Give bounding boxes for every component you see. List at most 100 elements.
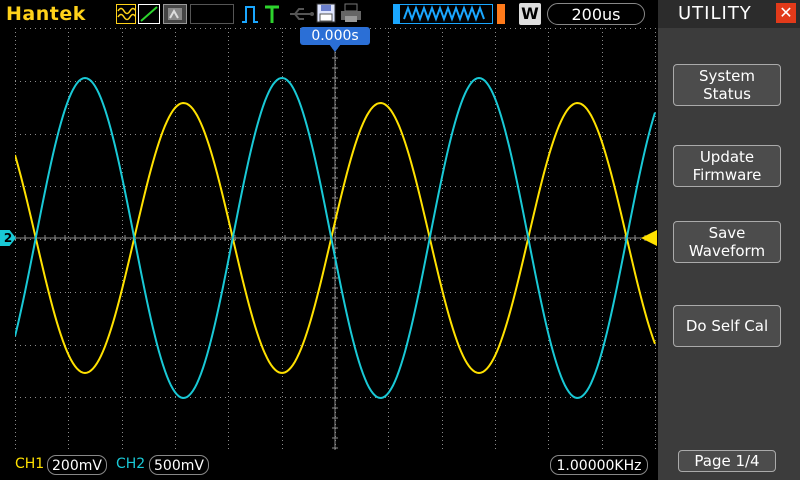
grid-dot [68, 156, 69, 157]
trigger-edge-icon[interactable] [241, 4, 259, 29]
grid-dot [602, 412, 603, 413]
self-cal-button[interactable]: Do Self Cal [673, 305, 781, 347]
grid-dot [495, 186, 496, 187]
grid-dot [410, 134, 411, 135]
trigger-position-readout[interactable]: 0.000s [300, 27, 370, 45]
grid-dot [620, 81, 621, 82]
grid-dot [160, 81, 161, 82]
ch2-scale[interactable]: 500mV [149, 455, 209, 475]
grid-dot [175, 160, 176, 161]
grid-dot [125, 81, 126, 82]
grid-dot [548, 424, 549, 425]
ch1-scale[interactable]: 200mV [47, 455, 107, 475]
w-button[interactable]: W [519, 3, 541, 25]
grid-dot [548, 120, 549, 121]
grid-dot [655, 356, 656, 357]
grid-dot [548, 260, 549, 261]
grid-dot [442, 148, 443, 149]
trigger-level-marker[interactable] [641, 230, 657, 246]
grid-dot [228, 244, 229, 245]
grid-dot [490, 134, 491, 135]
grid-dot [122, 100, 123, 101]
grid-dot [548, 308, 549, 309]
waveform-display[interactable] [15, 28, 656, 450]
grid-dot [122, 60, 123, 61]
grid-dot [122, 436, 123, 437]
grid-dot [165, 345, 166, 346]
grid-dot [125, 292, 126, 293]
grid-dot [388, 212, 389, 213]
grid-dot [388, 44, 389, 45]
grid-dot [388, 132, 389, 133]
grid-dot [480, 134, 481, 135]
grid-dot [195, 397, 196, 398]
grid-dot [230, 186, 231, 187]
grid-dot [325, 186, 326, 187]
grid-dot [195, 81, 196, 82]
grid-dot [388, 40, 389, 41]
button-line1: System [699, 67, 755, 85]
grid-dot [228, 308, 229, 309]
wave-mode-icon[interactable] [116, 4, 137, 24]
save-waveform-button[interactable]: Save Waveform [673, 221, 781, 263]
grid-dot [15, 348, 16, 349]
grid-dot [310, 345, 311, 346]
grid-dot [228, 368, 229, 369]
line-mode-icon[interactable] [138, 4, 160, 24]
grid-dot [495, 232, 496, 233]
grid-dot [68, 188, 69, 189]
grid-dot [388, 320, 389, 321]
grid-dot [520, 292, 521, 293]
grid-dot [495, 392, 496, 393]
save-disk-icon[interactable] [316, 3, 336, 27]
timebase-readout[interactable]: 200us [547, 3, 645, 25]
grid-dot [590, 81, 591, 82]
grid-dot [282, 44, 283, 45]
grid-dot [602, 252, 603, 253]
grid-dot [560, 81, 561, 82]
grid-dot [390, 345, 391, 346]
grid-dot [425, 28, 426, 29]
grid-dot [35, 292, 36, 293]
update-firmware-button[interactable]: Update Firmware [673, 145, 781, 187]
grid-dot [228, 436, 229, 437]
ch2-level-marker[interactable]: 2 [0, 230, 16, 246]
grid-dot [615, 81, 616, 82]
grid-dot [410, 28, 411, 29]
grid-dot [290, 345, 291, 346]
grid-dot [548, 112, 549, 113]
grid-dot [68, 176, 69, 177]
grid-dot [68, 208, 69, 209]
grid-dot [282, 144, 283, 145]
grid-dot [470, 397, 471, 398]
grid-dot [282, 404, 283, 405]
grid-dot [602, 408, 603, 409]
grid-dot [225, 397, 226, 398]
grid-dot [325, 292, 326, 293]
grid-dot [122, 384, 123, 385]
grid-dot [548, 392, 549, 393]
grid-dot [175, 420, 176, 421]
grid-dot [620, 239, 621, 240]
grid-dot [570, 345, 571, 346]
grid-dot [68, 244, 69, 245]
grid-dot [15, 68, 16, 69]
grid-dot [495, 144, 496, 145]
grid-dot [655, 156, 656, 157]
close-icon[interactable]: ✕ [776, 3, 796, 23]
grid-dot [510, 134, 511, 135]
grid-dot [388, 400, 389, 401]
grid-dot [602, 388, 603, 389]
page-indicator[interactable]: Page 1/4 [678, 450, 776, 472]
grid-dot [548, 68, 549, 69]
grid-dot [388, 260, 389, 261]
grid-dot [68, 292, 69, 293]
grid-dot [170, 134, 171, 135]
grid-dot [442, 384, 443, 385]
grid-dot [85, 186, 86, 187]
printer-icon[interactable] [340, 3, 362, 27]
grid-dot [175, 144, 176, 145]
system-status-button[interactable]: System Status [673, 64, 781, 106]
grid-dot [175, 180, 176, 181]
mono-mode-icon[interactable] [163, 4, 187, 24]
